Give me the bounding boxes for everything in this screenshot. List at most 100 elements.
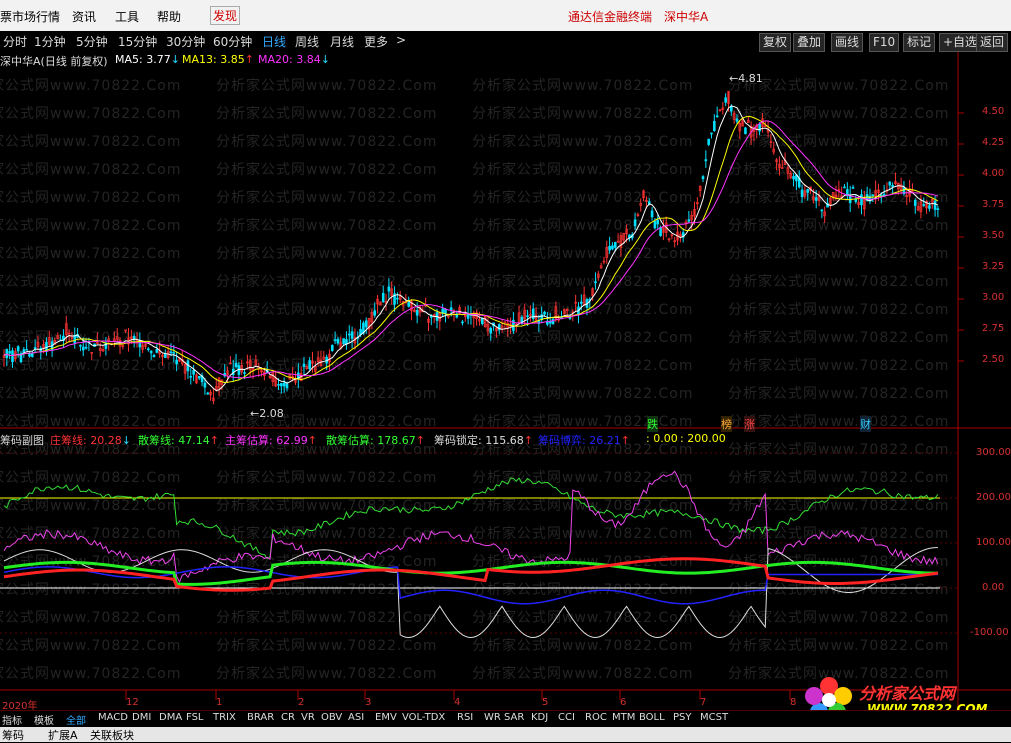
indicator-tab-asi[interactable]: ASI — [348, 712, 364, 723]
candle — [710, 132, 713, 135]
candle — [653, 221, 657, 229]
y-label: 2.50 — [982, 354, 1005, 365]
lock-line — [3, 547, 938, 639]
candle — [381, 293, 385, 303]
candle — [308, 360, 311, 369]
indicator-tab-macd[interactable]: MACD — [98, 712, 128, 723]
sub-item-200: : 200.00 — [680, 432, 726, 445]
x-label: 5 — [542, 697, 549, 708]
candle — [25, 349, 28, 351]
candle — [548, 321, 552, 324]
candle — [656, 219, 660, 225]
candle — [814, 197, 818, 201]
sub-item-game: 筹码博弈: 26.21↑ — [538, 434, 630, 447]
candle — [701, 176, 705, 180]
candle — [149, 350, 153, 354]
candle — [415, 309, 419, 316]
bottom-tab-chips[interactable]: 筹码 — [2, 727, 24, 743]
candle — [333, 339, 337, 341]
marker-die[interactable]: 跌 — [647, 416, 658, 432]
indicator-tab-sar[interactable]: SAR — [504, 712, 524, 723]
candle — [197, 375, 201, 379]
indicator-tab-wr[interactable]: WR — [484, 712, 501, 723]
sub-y-label: 200.00 — [976, 492, 1011, 503]
candle — [466, 314, 470, 319]
main-chart-title: 深中华A(日线 前复权) — [0, 55, 108, 68]
indicator-tab-cci[interactable]: CCI — [558, 712, 575, 723]
candle — [79, 344, 82, 347]
indicator-tab-指标[interactable]: 指标 — [2, 712, 22, 727]
candle — [234, 362, 238, 368]
candle — [164, 353, 167, 358]
sub-item-zhuchou-est: 主筹估算: 62.99↑ — [225, 434, 317, 447]
candle — [342, 338, 345, 344]
candle — [169, 351, 173, 354]
candle — [8, 351, 11, 354]
sub-chart-title: 筹码副图 — [0, 434, 44, 447]
sub-item-lock: 筹码锁定: 115.68↑ — [434, 434, 533, 447]
candle — [707, 138, 710, 145]
indicator-tab-dmi[interactable]: DMI — [132, 712, 151, 723]
candle — [396, 297, 399, 300]
candle — [928, 205, 931, 209]
marker-zhang[interactable]: 涨 — [744, 416, 755, 432]
indicator-tab-mtm[interactable]: MTM — [612, 712, 635, 723]
y-label: 2.75 — [982, 323, 1005, 334]
x-label: 3 — [365, 697, 372, 708]
indicator-tab-vr[interactable]: VR — [301, 712, 315, 723]
candle — [30, 353, 34, 357]
candle — [871, 194, 875, 197]
indicator-tab-rsi[interactable]: RSI — [457, 712, 473, 723]
indicator-tab-emv[interactable]: EMV — [375, 712, 397, 723]
candle — [373, 310, 377, 316]
x-label: 4 — [454, 697, 461, 708]
bottom-bar: 筹码 扩展A 关联板块 — [0, 727, 1011, 742]
indicator-tab-vol-tdx[interactable]: VOL-TDX — [402, 712, 445, 723]
sanchou-est-line — [3, 477, 939, 560]
sub-y-label: -100.00 — [970, 627, 1009, 638]
indicator-tab-roc[interactable]: ROC — [585, 712, 607, 723]
indicator-tab-fsl[interactable]: FSL — [186, 712, 204, 723]
candle — [364, 320, 368, 328]
candle — [922, 204, 926, 206]
indicator-tab-kdj[interactable]: KDJ — [531, 712, 548, 723]
indicator-tab-mcst[interactable]: MCST — [700, 712, 728, 723]
sub-y-label: 0.00 — [982, 582, 1005, 593]
candle — [152, 355, 156, 357]
ma20-label: MA20: 3.84↓ — [258, 53, 330, 66]
ma13-label: MA13: 3.85↑ — [182, 53, 254, 66]
candle — [84, 346, 88, 349]
candle — [282, 382, 286, 387]
sub-item-sanchou: 散筹线: 47.14↑ — [138, 434, 219, 447]
marker-bang[interactable]: 榜 — [721, 416, 732, 432]
indicator-tab-cr[interactable]: CR — [281, 712, 295, 723]
candle — [543, 311, 546, 315]
x-label: 6 — [620, 697, 627, 708]
indicator-tab-boll[interactable]: BOLL — [639, 712, 665, 723]
indicator-tab-trix[interactable]: TRIX — [213, 712, 236, 723]
bottom-tab-sector[interactable]: 关联板块 — [90, 727, 134, 743]
indicator-tab-psy[interactable]: PSY — [673, 712, 692, 723]
indicator-tab-brar[interactable]: BRAR — [247, 712, 274, 723]
candle — [888, 181, 892, 186]
candle — [715, 115, 719, 118]
candle — [744, 127, 747, 135]
candle — [913, 200, 917, 206]
candle — [843, 186, 846, 189]
bottom-tab-extA[interactable]: 扩展A — [48, 727, 78, 743]
indicator-tab-全部[interactable]: 全部 — [66, 712, 86, 727]
indicator-tab-obv[interactable]: OBV — [321, 712, 342, 723]
candle — [713, 120, 716, 131]
marker-cai[interactable]: 财 — [860, 416, 871, 432]
x-label: 1 — [216, 697, 223, 708]
candle — [81, 346, 85, 351]
candle — [203, 382, 207, 388]
indicator-tab-模板[interactable]: 模板 — [34, 712, 54, 727]
candle — [206, 392, 210, 395]
candle — [330, 344, 334, 352]
candle — [280, 383, 283, 387]
x-label: 7 — [700, 697, 707, 708]
indicator-tab-dma[interactable]: DMA — [159, 712, 182, 723]
candle — [806, 189, 810, 193]
candle — [489, 327, 493, 334]
